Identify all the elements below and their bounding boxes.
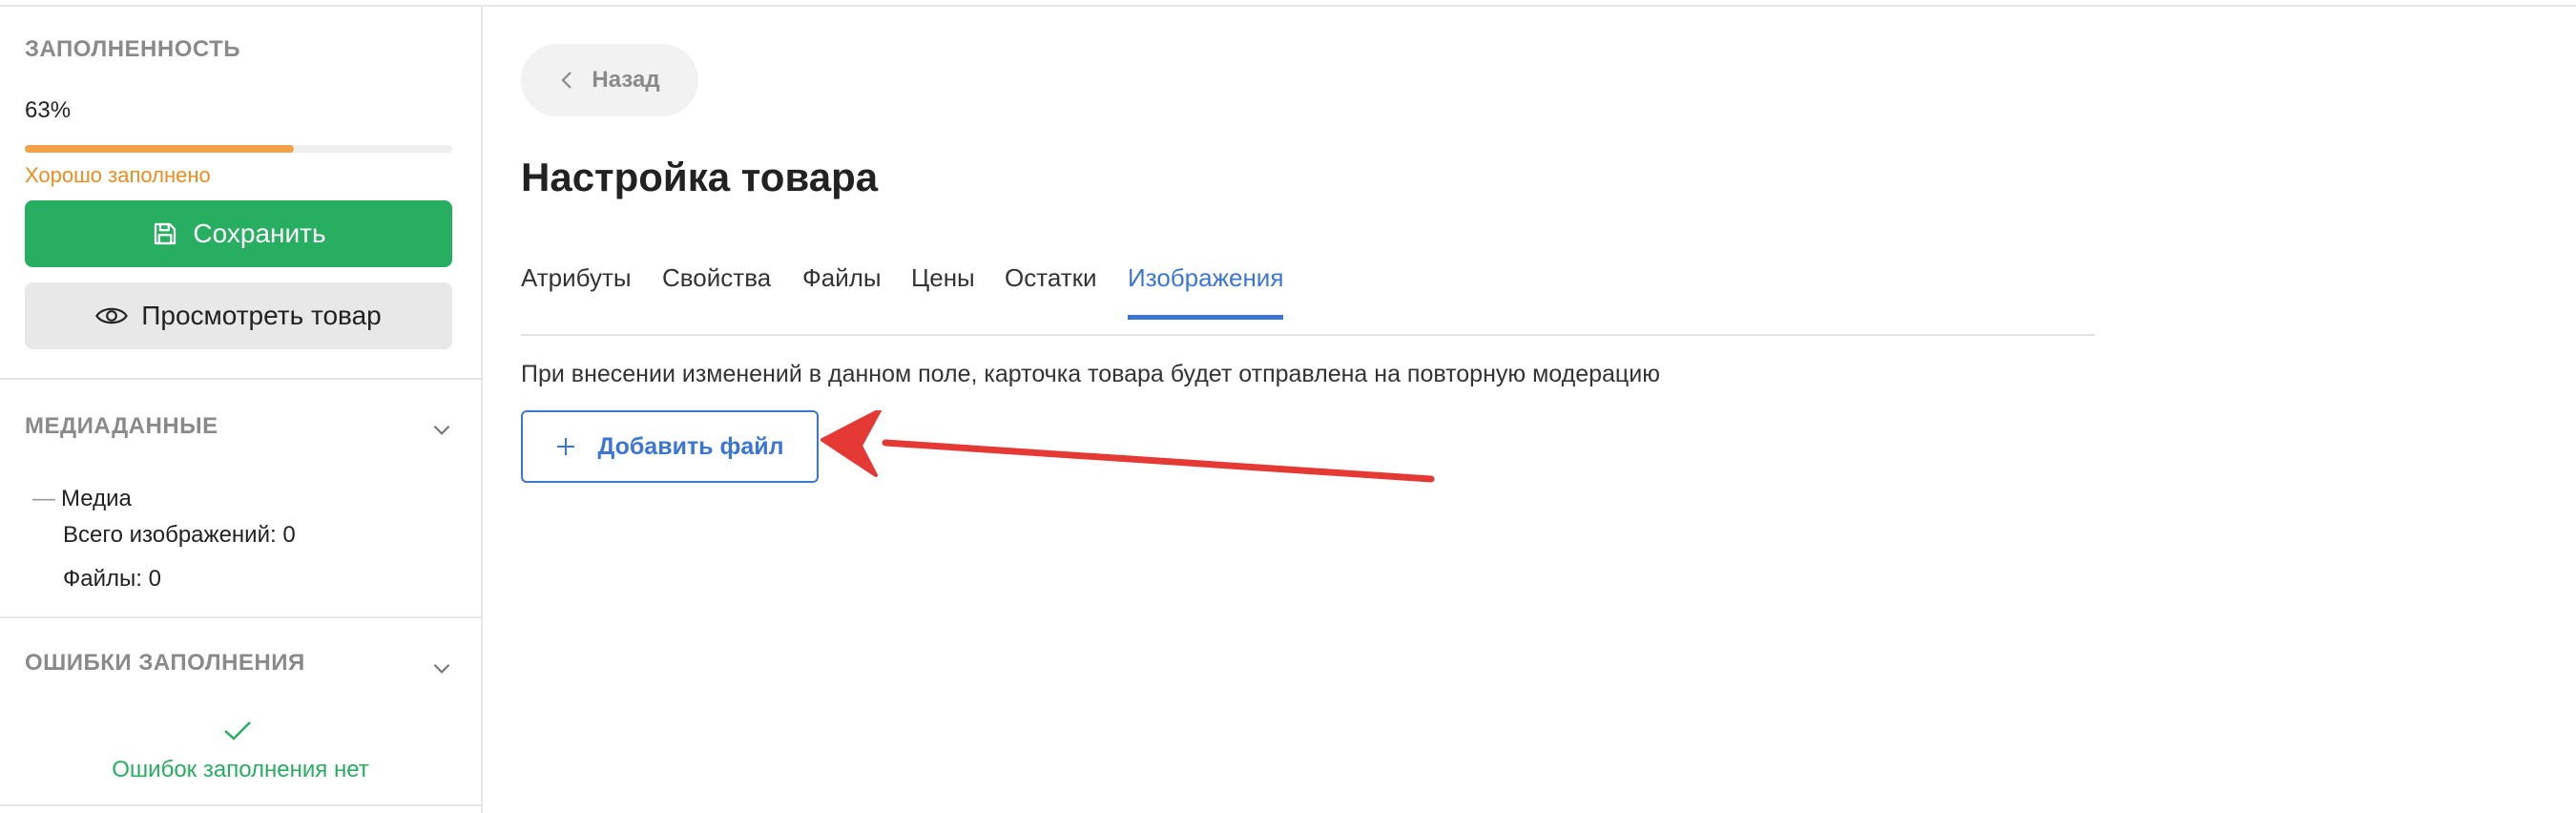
completeness-title: ЗАПОЛНЕННОСТЬ xyxy=(25,36,241,62)
add-file-button-label: Добавить файл xyxy=(597,432,784,460)
check-icon xyxy=(224,721,251,740)
sidebar-divider xyxy=(0,804,481,806)
tab-attributes[interactable]: Атрибуты xyxy=(521,263,632,320)
total-images: Всего изображений: 0 xyxy=(63,522,296,548)
media-group: — Медиа xyxy=(32,486,132,512)
media-group-label: Медиа xyxy=(61,486,132,511)
progress-fill xyxy=(25,145,295,153)
no-errors-status: Ошибок заполнения нет xyxy=(112,757,369,782)
moderation-notice: При внесении изменений в данном поле, ка… xyxy=(521,361,1660,387)
media-section-title: МЕДИАДАННЫЕ xyxy=(25,413,218,439)
page-title: Настройка товара xyxy=(521,155,879,199)
eye-icon xyxy=(95,307,129,324)
add-file-button[interactable]: Добавить файл xyxy=(521,410,819,483)
tab-stock[interactable]: Остатки xyxy=(1005,263,1097,320)
save-icon xyxy=(155,222,177,245)
chevron-left-icon xyxy=(561,72,572,89)
chevron-down-icon[interactable] xyxy=(429,656,454,680)
back-button[interactable]: Назад xyxy=(521,44,698,116)
view-product-button[interactable]: Просмотреть товар xyxy=(25,282,452,349)
sidebar-divider xyxy=(0,378,481,380)
tab-files[interactable]: Файлы xyxy=(802,263,882,320)
completeness-percent: 63% xyxy=(25,97,72,123)
tab-bar: Атрибуты Свойства Файлы Цены Остатки Изо… xyxy=(521,250,2095,336)
sidebar: ЗАПОЛНЕННОСТЬ 63% Хорошо заполнено Сохра… xyxy=(0,7,483,813)
plus-icon xyxy=(557,438,575,455)
tree-dash: — xyxy=(32,486,55,511)
chevron-down-icon[interactable] xyxy=(429,417,454,442)
completeness-status: Хорошо заполнено xyxy=(25,163,211,187)
save-button-label: Сохранить xyxy=(193,219,326,248)
files-count: Файлы: 0 xyxy=(63,566,161,592)
save-button[interactable]: Сохранить xyxy=(25,200,452,267)
back-button-label: Назад xyxy=(592,67,660,93)
annotation-arrow xyxy=(821,410,1435,483)
tab-prices[interactable]: Цены xyxy=(911,263,975,320)
completeness-progress-bar xyxy=(25,145,452,153)
view-product-button-label: Просмотреть товар xyxy=(141,301,382,330)
tab-properties[interactable]: Свойства xyxy=(662,263,771,320)
errors-section-title: ОШИБКИ ЗАПОЛНЕНИЯ xyxy=(25,650,305,676)
tab-images[interactable]: Изображения xyxy=(1128,263,1284,320)
sidebar-divider xyxy=(0,616,481,618)
